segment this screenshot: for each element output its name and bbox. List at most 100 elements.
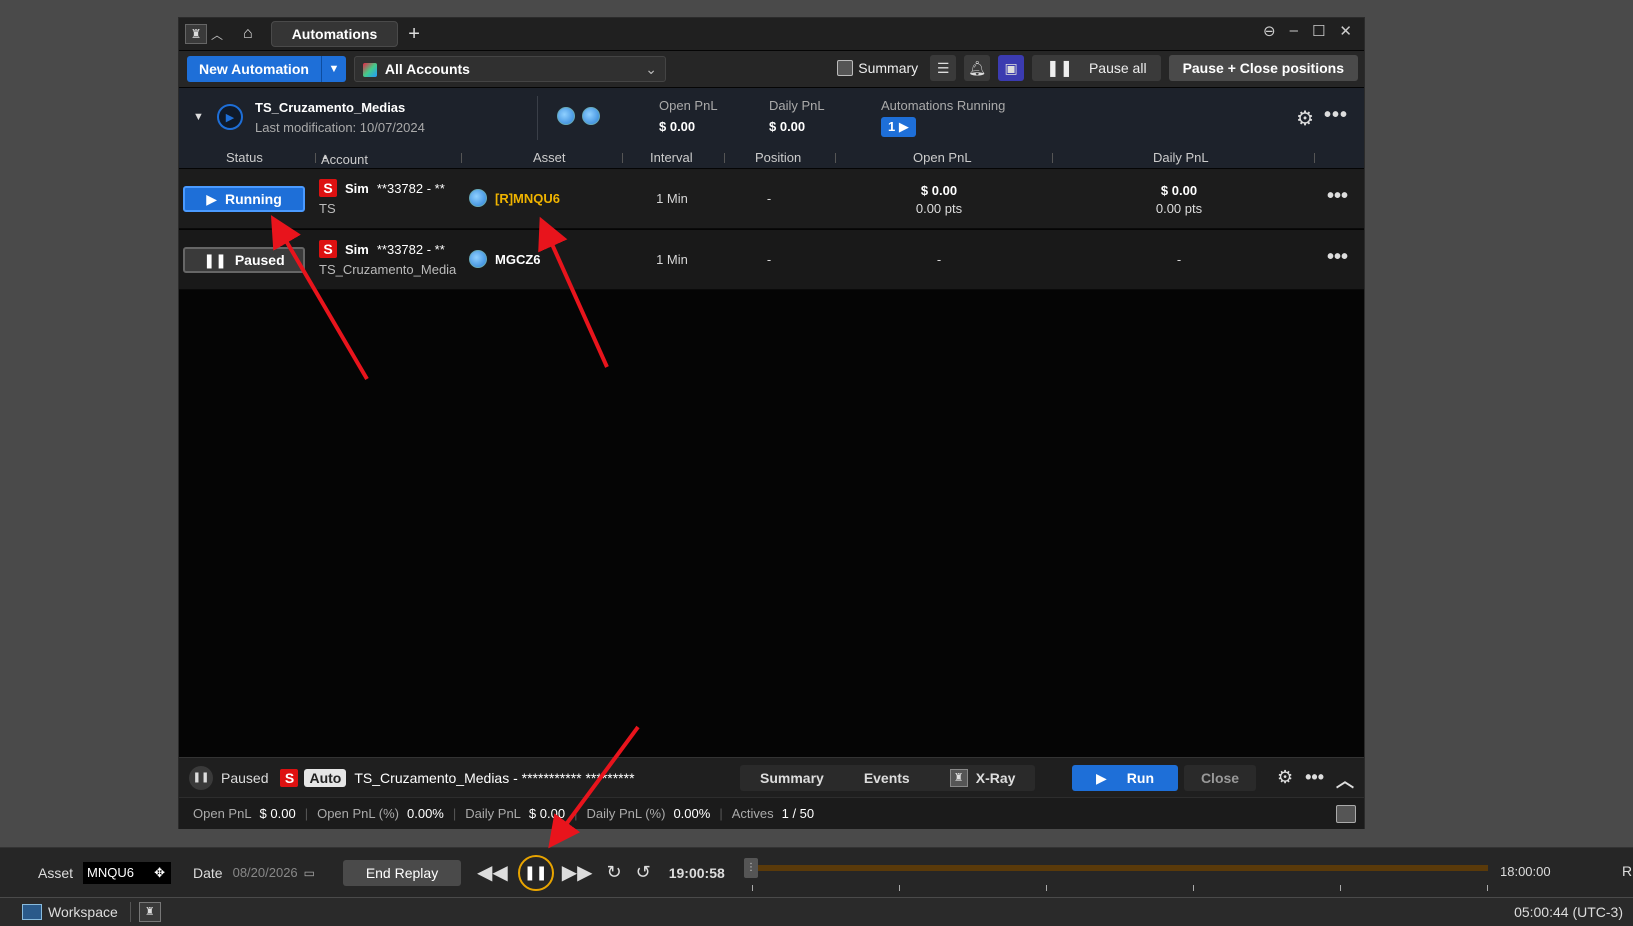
open-pnl-cell: - — [936, 252, 942, 267]
add-tab-button[interactable]: + — [408, 23, 420, 46]
replay-right-label: R — [1622, 863, 1633, 879]
divider — [537, 96, 538, 140]
home-icon[interactable]: ⌂ — [243, 25, 253, 43]
automation-detail-bar: ❚❚ Paused S Auto TS_Cruzamento_Medias - … — [179, 757, 1364, 797]
dropdown-arrow-icon[interactable]: ▼ — [322, 63, 346, 75]
tab-automations[interactable]: Automations — [270, 21, 399, 47]
paused-status-button[interactable]: ❚❚ Paused — [183, 247, 305, 273]
checkbox-icon — [837, 60, 854, 76]
globe-icon — [582, 107, 600, 125]
replay-mode-icon[interactable]: ▣ — [998, 55, 1025, 81]
col-daily-pnl[interactable]: Daily PnL — [1153, 150, 1209, 165]
workspace-icon[interactable] — [22, 904, 42, 920]
gear-icon[interactable]: ⚙ — [1277, 767, 1293, 793]
tab-summary[interactable]: Summary — [740, 770, 844, 786]
run-button[interactable]: ▶ Run — [1072, 765, 1178, 791]
chevron-up-icon[interactable]: ︿ — [211, 26, 223, 43]
tab-xray[interactable]: ♜ X-Ray — [930, 769, 1036, 787]
sim-badge-icon: S — [319, 240, 337, 258]
globe-icon — [469, 250, 487, 268]
asset-cell: MGCZ6 — [469, 250, 541, 268]
col-asset[interactable]: Asset — [533, 150, 566, 165]
running-status-button[interactable]: ▶ Running — [183, 186, 305, 212]
globe-icon — [557, 107, 575, 125]
table-row[interactable]: ❚❚ Paused S Sim **33782 - ** TS_Cruzamento_… — [179, 230, 1364, 290]
replay-asset-input[interactable]: MNQU6 ✥ — [83, 861, 172, 884]
minimize-icon[interactable]: – — [1290, 22, 1298, 40]
pause-replay-button[interactable]: ❚❚ — [517, 854, 554, 891]
sim-badge-icon: S — [280, 768, 299, 787]
timeline-ticks — [752, 885, 1488, 891]
interval-cell: 1 Min — [656, 252, 688, 267]
account-select[interactable]: All Accounts ⌄ — [353, 56, 666, 82]
detail-strategy-name: TS_Cruzamento_Medias - *********** *****… — [354, 769, 635, 786]
xray-icon: ♜ — [949, 769, 968, 787]
clock: 05:00:44 (UTC-3) — [1514, 904, 1623, 920]
more-icon[interactable]: ••• — [1324, 104, 1348, 127]
timeline-handle[interactable]: ⋮ — [744, 858, 758, 878]
auto-badge: Auto — [304, 768, 347, 787]
pause-all-button[interactable]: ❚❚ Pause all — [1032, 55, 1161, 81]
title-bar: ♜ ︿ ⌂ Automations + ⊖ – ☐ ✕ — [179, 18, 1364, 50]
new-automation-button[interactable]: New Automation ▼ — [187, 56, 346, 82]
play-circle-icon[interactable]: ▶ — [217, 104, 243, 130]
maximize-icon[interactable]: ☐ — [1312, 22, 1325, 40]
summary-checkbox[interactable]: Summary — [837, 60, 918, 76]
automation-name: TS_Cruzamento_Medias — [255, 100, 406, 115]
collapse-caret-icon[interactable]: ▼ — [193, 111, 204, 123]
close-button[interactable]: Close — [1184, 765, 1256, 791]
account-wallet-cell: S Sim **33782 - ** TS_Cruzamento_Media — [319, 240, 457, 277]
last-modification: Last modification: 10/07/2024 — [255, 120, 425, 135]
status-bar: Workspace ♜ 05:00:44 (UTC-3) — [0, 898, 1633, 926]
gear-icon[interactable]: ⚙ — [1296, 106, 1314, 131]
more-options-icon[interactable]: ⊖ — [1263, 22, 1276, 40]
pause-circle-icon[interactable]: ❚❚ — [189, 765, 213, 790]
replay-current-time: 19:00:58 — [668, 864, 725, 881]
workspace-label[interactable]: Workspace — [48, 904, 118, 920]
chevron-up-icon[interactable]: ︿ — [1336, 767, 1354, 793]
daily-pnl-cell: - — [1176, 252, 1182, 267]
column-headers: Status ▲Account and Wallet Asset Interva… — [179, 148, 1364, 197]
close-icon[interactable]: ✕ — [1339, 22, 1352, 40]
replay-date-input[interactable]: 08/20/2026 — [233, 865, 298, 880]
globe-icon — [469, 189, 487, 207]
replay-bar: Asset MNQU6 ✥ Date 08/20/2026 ▭ End Repla… — [0, 847, 1633, 897]
speed-icon[interactable]: ↺ — [636, 862, 651, 883]
tab-events[interactable]: Events — [844, 770, 930, 786]
bell-icon[interactable]: 🔔︎ — [964, 55, 991, 81]
table-row[interactable]: ▶ Running S Sim **33782 - ** TS [R]MNQU6 1 … — [179, 169, 1364, 229]
step-back-icon[interactable]: ↻ — [607, 862, 622, 883]
move-icon[interactable]: ✥ — [154, 865, 165, 881]
col-position[interactable]: Position — [755, 150, 801, 165]
row-more-icon[interactable]: ••• — [1327, 246, 1348, 269]
detail-tabs: Summary Events ♜ X-Ray — [740, 765, 1036, 791]
col-open-pnl[interactable]: Open PnL — [913, 150, 972, 165]
running-count-badge: 1 ▶ — [881, 117, 916, 137]
app-window-icon[interactable]: ♜ — [138, 902, 161, 922]
sim-badge-icon: S — [319, 179, 337, 197]
chevron-down-icon: ⌄ — [645, 60, 657, 77]
pause-icon: ❚❚ — [524, 864, 548, 880]
fast-forward-icon[interactable]: ▶▶ — [562, 860, 593, 885]
list-view-icon[interactable]: ☰ — [930, 55, 957, 81]
toolbar: New Automation ▼ All Accounts ⌄ Summary … — [179, 51, 1364, 87]
daily-pnl-cell: $ 0.00 0.00 pts — [1155, 183, 1203, 216]
more-icon[interactable]: ••• — [1305, 767, 1324, 793]
row-more-icon[interactable]: ••• — [1327, 185, 1348, 208]
calendar-icon[interactable]: ▭ — [304, 866, 315, 880]
header-daily-pnl: Daily PnL $ 0.00 — [769, 98, 825, 134]
play-icon: ▶ — [1096, 769, 1107, 786]
replay-end-time: 18:00:00 — [1500, 864, 1551, 879]
col-status[interactable]: Status — [226, 150, 263, 165]
app-logo-icon[interactable]: ♜ — [185, 24, 207, 44]
replay-timeline[interactable] — [752, 865, 1488, 871]
automation-header: ▼ ▶ TS_Cruzamento_Medias Last modificati… — [179, 88, 1364, 148]
detail-status: Paused — [221, 769, 269, 786]
panel-toggle-icon[interactable] — [1336, 805, 1356, 823]
asset-cell: [R]MNQU6 — [469, 189, 560, 207]
pause-close-positions-button[interactable]: Pause + Close positions — [1168, 55, 1358, 81]
col-interval[interactable]: Interval — [650, 150, 693, 165]
end-replay-button[interactable]: End Replay — [343, 859, 462, 886]
rewind-icon[interactable]: ◀◀ — [477, 860, 508, 885]
account-wallet-cell: S Sim **33782 - ** TS — [319, 179, 445, 216]
